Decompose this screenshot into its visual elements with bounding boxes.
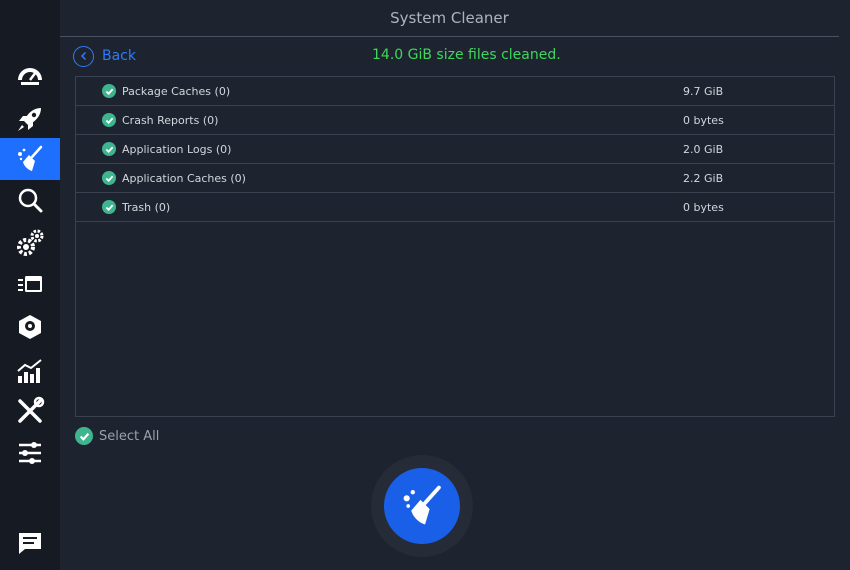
checkmark-icon[interactable] bbox=[102, 200, 116, 214]
item-label: Package Caches (0) bbox=[122, 84, 231, 98]
item-size: 0 bytes bbox=[683, 113, 724, 127]
list-item[interactable]: Trash (0) 0 bytes bbox=[76, 193, 834, 222]
select-all-label: Select All bbox=[99, 428, 160, 444]
item-size: 2.2 GiB bbox=[683, 171, 724, 185]
clean-button[interactable] bbox=[371, 455, 473, 557]
back-label: Back bbox=[102, 48, 136, 64]
dashboard-gauge-icon bbox=[18, 68, 42, 85]
chat-icon bbox=[19, 533, 41, 554]
item-label: Trash (0) bbox=[122, 200, 171, 214]
item-size: 9.7 GiB bbox=[683, 84, 724, 98]
window-stack-icon bbox=[18, 276, 42, 292]
rocket-icon bbox=[18, 108, 41, 131]
list-item[interactable]: Application Logs (0) 2.0 GiB bbox=[76, 135, 834, 164]
sidebar-item-resources[interactable] bbox=[0, 350, 60, 392]
page-title: System Cleaner bbox=[60, 0, 839, 37]
sidebar-item-uninstaller[interactable] bbox=[0, 306, 60, 348]
sliders-icon bbox=[19, 442, 41, 464]
checkmark-icon[interactable] bbox=[102, 84, 116, 98]
cleaned-status-message: 14.0 GiB size files cleaned. bbox=[372, 47, 561, 63]
clean-button-inner[interactable] bbox=[384, 468, 460, 544]
sidebar-item-search[interactable] bbox=[0, 180, 60, 222]
list-item[interactable]: Package Caches (0) 9.7 GiB bbox=[76, 77, 834, 106]
checkmark-icon[interactable] bbox=[102, 142, 116, 156]
broom-icon bbox=[18, 145, 43, 171]
sidebar-item-processes[interactable] bbox=[0, 264, 60, 306]
tools-icon bbox=[18, 396, 45, 423]
sidebar bbox=[0, 0, 60, 570]
item-label: Crash Reports (0) bbox=[122, 113, 219, 127]
sidebar-item-services[interactable] bbox=[0, 222, 60, 264]
sidebar-item-startup[interactable] bbox=[0, 98, 60, 140]
item-size: 2.0 GiB bbox=[683, 142, 724, 156]
main-content: System Cleaner Back 14.0 GiB size files … bbox=[60, 0, 850, 570]
sidebar-item-cleaner[interactable] bbox=[0, 138, 60, 180]
sidebar-item-tools[interactable] bbox=[0, 390, 60, 432]
disk-icon bbox=[19, 315, 41, 339]
checkmark-icon[interactable] bbox=[75, 427, 93, 445]
item-label: Application Caches (0) bbox=[122, 171, 246, 185]
sidebar-item-feedback[interactable] bbox=[0, 522, 60, 564]
checkmark-icon[interactable] bbox=[102, 113, 116, 127]
chart-icon bbox=[17, 359, 42, 383]
sidebar-item-settings[interactable] bbox=[0, 432, 60, 474]
list-item[interactable]: Crash Reports (0) 0 bytes bbox=[76, 106, 834, 135]
gears-icon bbox=[17, 229, 44, 256]
item-size: 0 bytes bbox=[683, 200, 724, 214]
sidebar-item-dashboard[interactable] bbox=[0, 54, 60, 96]
search-icon bbox=[18, 188, 43, 213]
results-list: Package Caches (0) 9.7 GiB Crash Reports… bbox=[75, 76, 835, 417]
checkmark-icon[interactable] bbox=[102, 171, 116, 185]
broom-icon bbox=[403, 485, 441, 525]
select-all-checkbox[interactable]: Select All bbox=[75, 427, 159, 445]
back-button[interactable]: Back bbox=[73, 45, 136, 67]
item-label: Application Logs (0) bbox=[122, 142, 232, 156]
list-item[interactable]: Application Caches (0) 2.2 GiB bbox=[76, 164, 834, 193]
chevron-left-icon bbox=[73, 45, 94, 67]
